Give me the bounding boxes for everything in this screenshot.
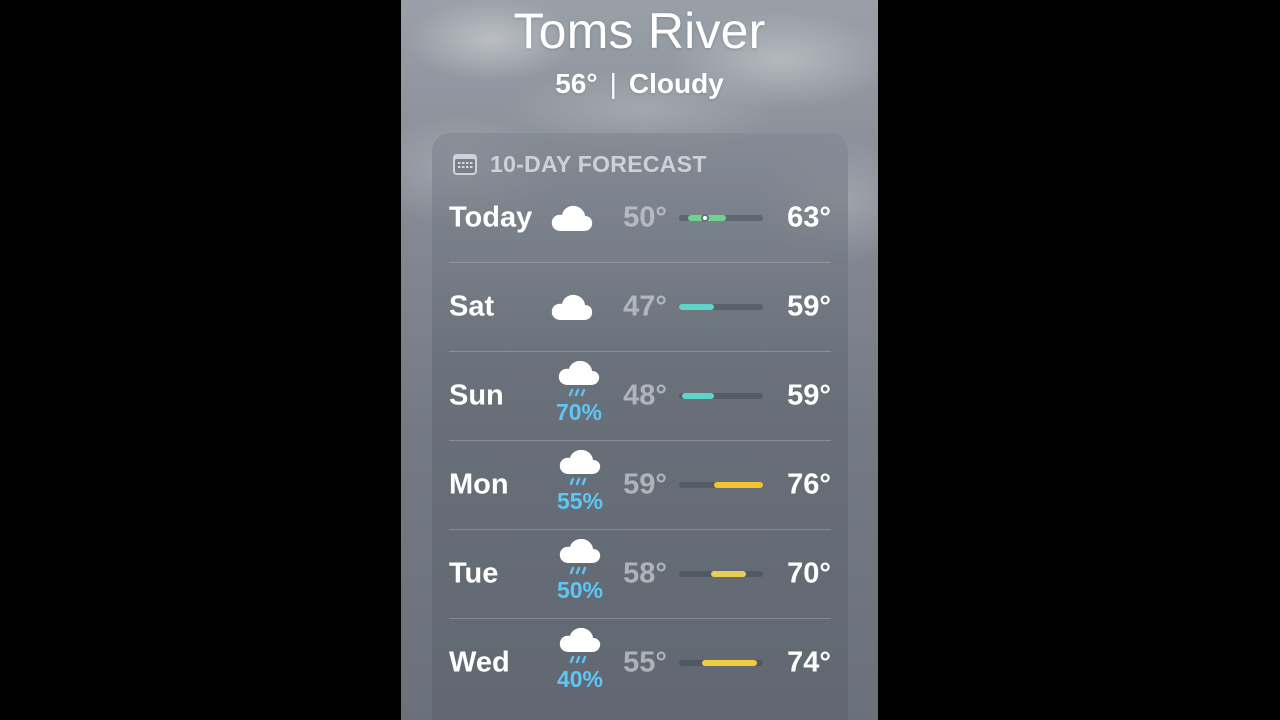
high-temperature: 63° [787, 201, 831, 233]
temperature-range-bar [679, 213, 763, 222]
row-divider [449, 618, 831, 619]
weather-app-screen: Toms River 56° | Cloudy 10-DAY FORECAST To… [401, 0, 878, 720]
low-temperature: 55° [623, 646, 667, 678]
cloud-rain-icon [549, 361, 609, 401]
weather-icon-group [542, 292, 602, 322]
current-conditions: 56° | Cloudy [401, 68, 878, 100]
row-divider [449, 351, 831, 352]
low-temperature: 47° [623, 290, 667, 322]
cloud-rain-icon [550, 539, 610, 579]
weather-icon-group: 55% [550, 450, 610, 515]
weather-icon-group: 40% [550, 628, 610, 693]
high-temperature: 59° [787, 379, 831, 411]
precipitation-chance: 50% [556, 577, 604, 603]
temperature-range-bar [679, 570, 763, 577]
day-label: Today [449, 201, 533, 233]
separator: | [609, 68, 617, 99]
day-label: Sun [449, 379, 504, 411]
temperature-range-fill [682, 392, 714, 399]
low-temperature: 59° [623, 468, 667, 500]
high-temperature: 70° [787, 557, 831, 589]
row-divider [449, 440, 831, 441]
forecast-row-sun[interactable]: Sun 70% 48° 59° [449, 351, 831, 440]
current-condition: Cloudy [628, 68, 724, 99]
high-temperature: 59° [787, 290, 831, 322]
forecast-row-sat[interactable]: Sat 47° 59° [449, 262, 831, 351]
high-temperature: 74° [787, 646, 831, 678]
forecast-row-mon[interactable]: Mon 55% 59° 76° [449, 440, 831, 529]
row-divider [449, 529, 831, 530]
current-temperature-dot [701, 213, 709, 222]
weather-icon-group: 70% [549, 361, 609, 426]
row-divider [449, 262, 831, 263]
day-label: Tue [449, 557, 499, 589]
low-temperature: 50° [623, 201, 667, 233]
weather-icon-group: 50% [550, 539, 610, 604]
weather-icon-group [542, 203, 602, 233]
temperature-range-bar [679, 392, 763, 399]
cloud-rain-icon [550, 450, 610, 490]
city-name: Toms River [513, 3, 766, 59]
high-temperature: 76° [787, 468, 831, 500]
ten-day-forecast-panel[interactable]: 10-DAY FORECAST Today 50° 63° Sat 47° 59° Sun 7… [432, 133, 848, 720]
cloud-icon [542, 292, 602, 322]
forecast-row-tue[interactable]: Tue 50% 58° 70° [449, 529, 831, 618]
forecast-row-today[interactable]: Today 50° 63° [449, 173, 831, 262]
precipitation-chance: 40% [556, 666, 604, 692]
cloud-rain-icon [550, 628, 610, 668]
cloud-icon [542, 203, 602, 233]
temperature-range-bar [679, 481, 763, 488]
precipitation-chance: 55% [556, 488, 604, 514]
temperature-range-fill [714, 481, 763, 488]
temperature-range-fill [711, 570, 746, 577]
day-label: Sat [449, 290, 495, 322]
day-label: Mon [449, 468, 509, 500]
forecast-row-wed[interactable]: Wed 40% 55° 74° [449, 618, 831, 707]
low-temperature: 58° [623, 557, 667, 589]
day-label: Wed [449, 646, 510, 678]
temperature-range-bar [679, 303, 763, 310]
temperature-range-fill [702, 659, 757, 666]
current-temperature: 56° [555, 68, 598, 99]
temperature-range-bar [679, 659, 763, 666]
precipitation-chance: 70% [555, 399, 603, 425]
low-temperature: 48° [623, 379, 667, 411]
temperature-range-fill [679, 303, 714, 310]
